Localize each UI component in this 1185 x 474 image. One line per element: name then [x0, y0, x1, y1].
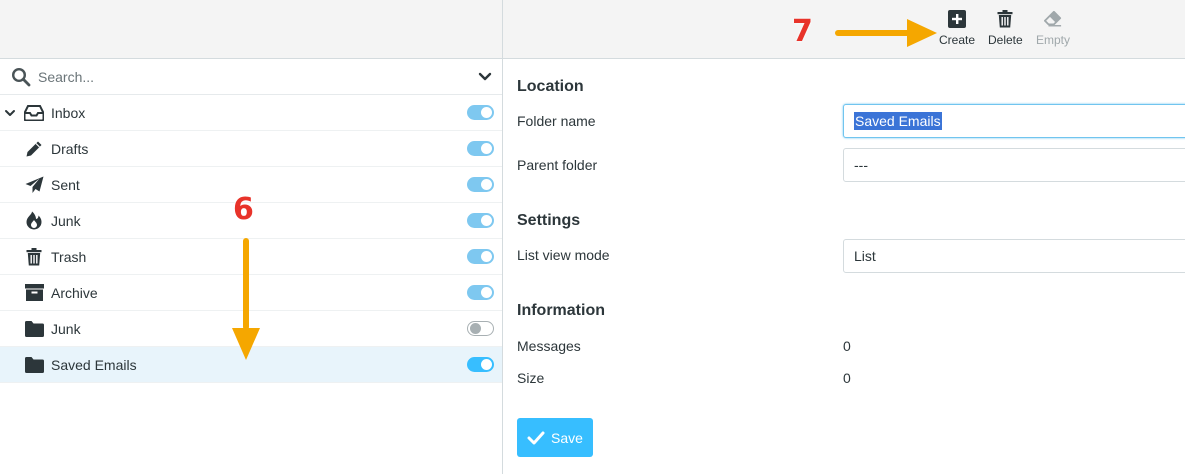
settings-title: Settings [517, 212, 581, 229]
collapse-caret-icon[interactable] [4, 107, 16, 119]
messages-value: 0 [843, 338, 851, 354]
left-header [0, 0, 502, 59]
folder-label: Saved Emails [51, 356, 137, 373]
chevron-down-icon[interactable] [478, 70, 492, 84]
folder-label: Drafts [51, 140, 89, 157]
paper-plane-icon [24, 175, 44, 195]
folder-label: Sent [51, 176, 80, 193]
subscribe-toggle[interactable] [467, 285, 494, 300]
right-arrow-annotation [835, 19, 937, 47]
folder-label: Inbox [51, 104, 86, 121]
parent-folder-value: --- [854, 157, 868, 173]
create-button[interactable]: Create [939, 10, 975, 47]
create-label: Create [939, 33, 976, 47]
folder-search-bar[interactable]: Search... [0, 59, 502, 95]
save-label: Save [551, 429, 583, 446]
trash-icon [24, 247, 44, 267]
information-title: Information [517, 302, 605, 319]
folder-item-inbox[interactable]: Inbox [0, 95, 502, 131]
down-arrow-annotation [232, 238, 260, 360]
search-icon [11, 67, 31, 86]
folder-icon [24, 319, 44, 339]
inbox-icon [24, 103, 44, 123]
fire-icon [24, 211, 44, 231]
subscribe-toggle[interactable] [467, 177, 494, 192]
checkmark-icon [527, 431, 545, 444]
archive-icon [24, 283, 44, 303]
delete-label: Delete [988, 33, 1023, 47]
empty-button[interactable]: Empty [1036, 10, 1070, 47]
step-6-number: 6 [233, 192, 254, 227]
subscribe-toggle[interactable] [467, 141, 494, 156]
folder-label: Archive [51, 284, 98, 301]
delete-button[interactable]: Delete [988, 10, 1023, 47]
folder-name-field[interactable]: Saved Emails [843, 104, 1185, 138]
subscribe-toggle[interactable] [467, 105, 494, 120]
empty-label: Empty [1036, 33, 1071, 47]
folder-icon [24, 355, 44, 375]
trash-icon [997, 10, 1013, 28]
size-value: 0 [843, 370, 851, 386]
subscribe-toggle[interactable] [467, 213, 494, 228]
search-input[interactable]: Search... [38, 69, 478, 85]
save-button[interactable]: Save [517, 418, 593, 457]
list-view-mode-value: List [854, 248, 876, 264]
subscribe-toggle[interactable] [467, 357, 494, 372]
messages-label: Messages [517, 338, 581, 354]
eraser-icon [1044, 10, 1062, 27]
parent-folder-label: Parent folder [517, 157, 598, 173]
folder-name-label: Folder name [517, 113, 596, 129]
location-title: Location [517, 78, 584, 95]
list-view-mode-select[interactable]: List [843, 239, 1185, 273]
plus-square-icon [948, 10, 967, 28]
parent-folder-select[interactable]: --- [843, 148, 1185, 182]
subscribe-toggle[interactable] [467, 249, 494, 264]
folder-label: Trash [51, 248, 87, 265]
pencil-icon [24, 139, 44, 159]
folder-name-value: Saved Emails [854, 112, 942, 130]
subscribe-toggle[interactable] [467, 321, 494, 336]
folder-label: Junk [51, 212, 81, 229]
folder-label: Junk [51, 320, 81, 337]
step-7-number: 7 [792, 14, 813, 49]
folder-item-drafts[interactable]: Drafts [0, 131, 502, 167]
size-label: Size [517, 370, 545, 386]
list-view-mode-label: List view mode [517, 247, 610, 263]
folder-properties-panel: Create Delete Empty Location Folder name… [503, 0, 1185, 474]
